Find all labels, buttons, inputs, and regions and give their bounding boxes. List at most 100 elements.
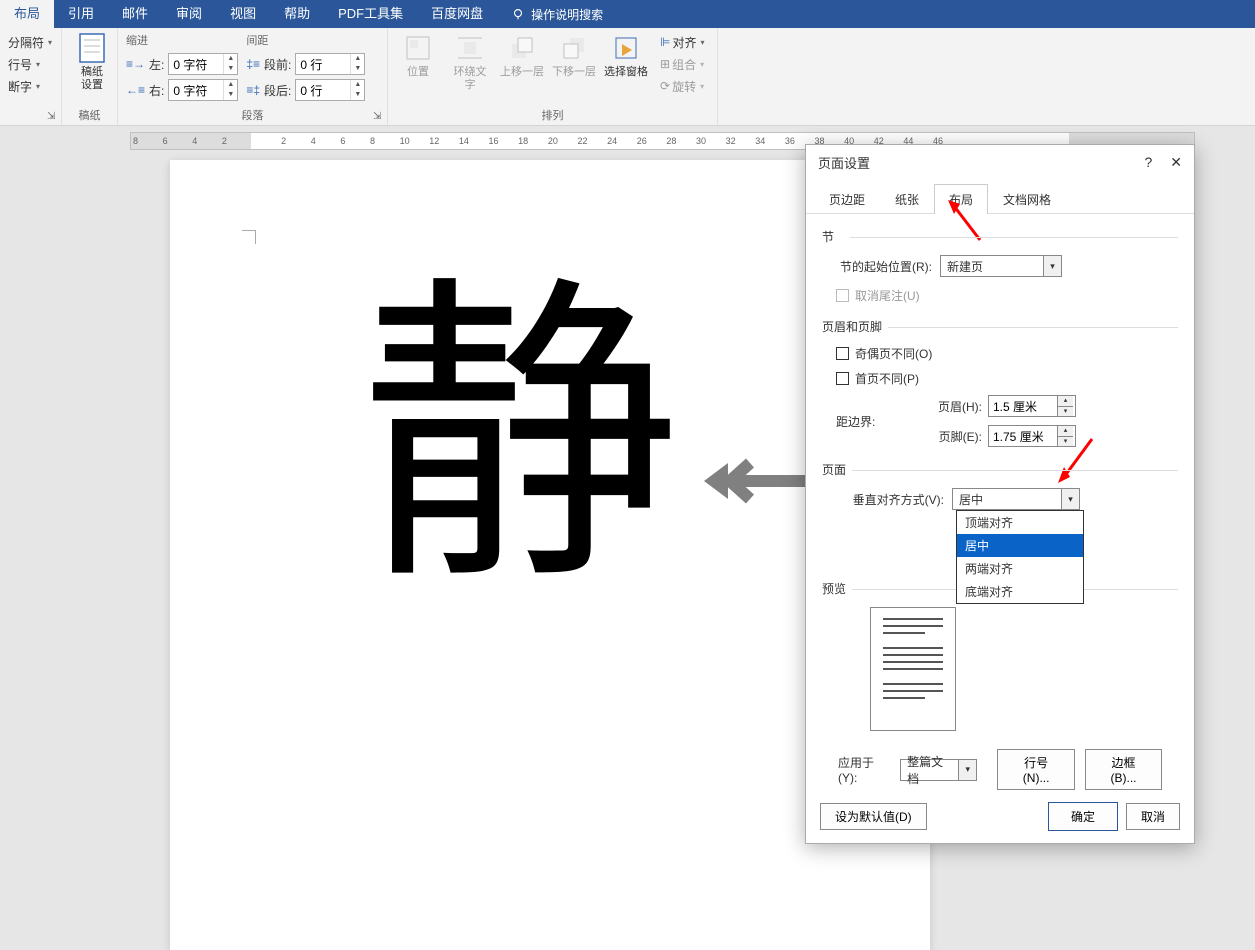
bring-forward-icon [506, 32, 538, 64]
align-button[interactable]: ⊫ 对齐▾ [660, 32, 704, 52]
tell-me-search[interactable]: 操作说明搜索 [501, 6, 613, 23]
valign-option-bottom[interactable]: 底端对齐 [957, 580, 1083, 603]
chevron-down-icon[interactable]: ▾ [958, 760, 976, 780]
tab-help[interactable]: 帮助 [270, 0, 324, 28]
ruler-tick-label: 24 [607, 136, 617, 146]
ruler-tick-label: 16 [489, 136, 499, 146]
spacing-before-icon: ‡≡ [246, 57, 260, 71]
ruler-tick-label: 12 [429, 136, 439, 146]
indent-left-input[interactable]: ▲▼ [168, 53, 238, 75]
tab-mail[interactable]: 邮件 [108, 0, 162, 28]
rotate-button: ⟳ 旋转▾ [660, 76, 704, 96]
manuscript-settings-button[interactable]: 稿纸 设置 [70, 32, 114, 92]
align-icon: ⊫ [660, 35, 670, 49]
odd-even-checkbox[interactable]: 奇偶页不同(O) [836, 345, 1178, 362]
spacing-before-input[interactable]: ▲▼ [295, 53, 365, 75]
annotation-arrow-left [700, 451, 810, 514]
chevron-down-icon[interactable]: ▾ [1043, 256, 1061, 276]
line-numbers-dialog-button[interactable]: 行号(N)... [997, 749, 1075, 790]
line-numbers-button[interactable]: 行号▾ [8, 54, 53, 74]
headers-footers-title: 页眉和页脚 [822, 320, 888, 334]
dialog-tab-paper[interactable]: 纸张 [880, 184, 934, 214]
header-distance-input[interactable]: ▴▾ [988, 395, 1076, 417]
wrap-text-button: 环绕文 字 [448, 32, 492, 92]
dialog-titlebar: 页面设置 ? ✕ [806, 145, 1194, 179]
indent-left-icon: ≡→ [126, 57, 145, 71]
paragraph-group-label: 段落 [126, 105, 379, 123]
dialog-tab-grid[interactable]: 文档网格 [988, 184, 1066, 214]
send-backward-icon [558, 32, 590, 64]
manuscript-group-label: 稿纸 [70, 105, 109, 123]
ruler-tick-label: 36 [785, 136, 795, 146]
dialog-help-button[interactable]: ? [1144, 154, 1152, 170]
dialog-tab-layout[interactable]: 布局 [934, 184, 988, 214]
position-icon [402, 32, 434, 64]
chevron-down-icon[interactable]: ▾ [1061, 489, 1079, 509]
valign-option-center[interactable]: 居中 [957, 534, 1083, 557]
set-default-button[interactable]: 设为默认值(D) [820, 803, 927, 830]
page-section-title: 页面 [822, 463, 852, 477]
document-text[interactable]: 静 [360, 280, 680, 600]
tab-references[interactable]: 引用 [54, 0, 108, 28]
ruler-tick-label: 10 [400, 136, 410, 146]
ruler-tick-label: 6 [340, 136, 345, 146]
tab-pdf-tools[interactable]: PDF工具集 [324, 0, 417, 28]
footer-distance-input[interactable]: ▴▾ [988, 425, 1076, 447]
apply-to-select[interactable]: 整篇文档 ▾ [900, 759, 977, 781]
selection-pane-icon [610, 32, 642, 64]
section-title: 节 [822, 230, 840, 244]
send-backward-button: 下移一层 [552, 32, 596, 79]
valign-select[interactable]: 居中 ▾ [952, 488, 1080, 510]
dialog-tab-margins[interactable]: 页边距 [814, 184, 880, 214]
header-distance-label: 页眉(H): [926, 398, 982, 415]
ruler-tick-label: 8 [370, 136, 375, 146]
borders-dialog-button[interactable]: 边框(B)... [1085, 749, 1162, 790]
tell-me-label: 操作说明搜索 [531, 6, 603, 23]
valign-label: 垂直对齐方式(V): [836, 491, 944, 508]
spacing-after-label: 段后: [264, 82, 291, 99]
dialog-title-text: 页面设置 [818, 153, 870, 172]
ribbon: 分隔符▾ 行号▾ 断字▾ ⇲ 稿纸 设置 稿纸 缩进 ≡→ 左: ▲▼ [0, 28, 1255, 126]
tab-layout[interactable]: 布局 [0, 0, 54, 28]
ruler-tick-label: 22 [577, 136, 587, 146]
spacing-before-label: 段前: [264, 56, 291, 73]
suppress-endnotes-checkbox: 取消尾注(U) [836, 287, 1178, 304]
ruler-tick-label: 6 [163, 136, 168, 146]
valign-option-justify[interactable]: 两端对齐 [957, 557, 1083, 580]
ruler-tick-label: 28 [666, 136, 676, 146]
page-setup-launcher-icon[interactable]: ⇲ [47, 111, 59, 123]
indent-right-label: 右: [149, 82, 164, 99]
ruler-tick-label: 30 [696, 136, 706, 146]
tab-view[interactable]: 视图 [216, 0, 270, 28]
manuscript-icon [76, 32, 108, 64]
ruler-tick-label: 32 [726, 136, 736, 146]
selection-pane-button[interactable]: 选择窗格 [604, 32, 648, 79]
ruler-tick-label: 4 [311, 136, 316, 146]
ruler-tick-label: 26 [637, 136, 647, 146]
indent-right-input[interactable]: ▲▼ [168, 79, 238, 101]
tab-review[interactable]: 审阅 [162, 0, 216, 28]
cancel-button[interactable]: 取消 [1126, 803, 1180, 830]
first-page-checkbox[interactable]: 首页不同(P) [836, 370, 1178, 387]
ruler-tick-label: 2 [281, 136, 286, 146]
ruler-tick-label: 2 [222, 136, 227, 146]
distance-label: 距边界: [836, 413, 888, 430]
hyphenation-button[interactable]: 断字▾ [8, 76, 53, 96]
ribbon-tab-bar: 布局 引用 邮件 审阅 视图 帮助 PDF工具集 百度网盘 操作说明搜索 [0, 0, 1255, 28]
ruler-tick-label: 34 [755, 136, 765, 146]
bring-forward-button: 上移一层 [500, 32, 544, 79]
ruler-tick-label: 18 [518, 136, 528, 146]
ok-button[interactable]: 确定 [1048, 802, 1118, 831]
ruler-tick-label: 8 [133, 136, 138, 146]
dialog-tabs: 页边距 纸张 布局 文档网格 [806, 183, 1194, 214]
dialog-close-button[interactable]: ✕ [1170, 154, 1182, 171]
paragraph-launcher-icon[interactable]: ⇲ [373, 111, 385, 123]
rotate-icon: ⟳ [660, 79, 670, 93]
footer-distance-label: 页脚(E): [926, 428, 982, 445]
breaks-button[interactable]: 分隔符▾ [8, 32, 53, 52]
section-start-select[interactable]: 新建页 ▾ [940, 255, 1062, 277]
tab-baidu-netdisk[interactable]: 百度网盘 [417, 0, 497, 28]
spacing-after-input[interactable]: ▲▼ [295, 79, 365, 101]
group-icon: ⊞ [660, 57, 670, 71]
valign-option-top[interactable]: 顶端对齐 [957, 511, 1083, 534]
